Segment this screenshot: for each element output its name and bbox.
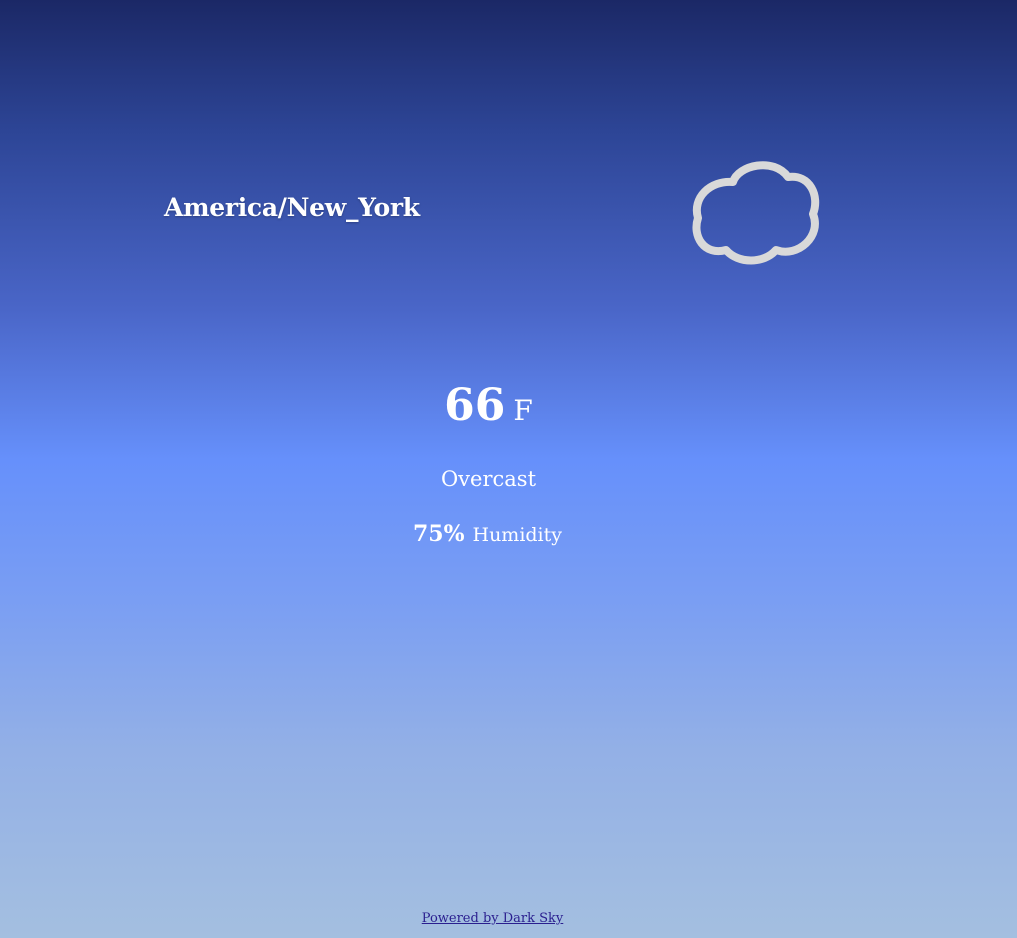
weather-summary: Overcast bbox=[440, 467, 537, 491]
temperature-unit: F bbox=[513, 394, 533, 427]
location-timezone: America/New_York bbox=[164, 193, 420, 222]
humidity-display: 75% Humidity bbox=[0, 521, 975, 547]
temperature-value: 66 bbox=[444, 380, 506, 431]
temperature-display: 66 F bbox=[0, 380, 977, 431]
footer: Powered by Dark Sky bbox=[0, 911, 985, 926]
humidity-value: 75% bbox=[412, 521, 465, 547]
cloud-icon bbox=[692, 161, 820, 265]
powered-by-dark-sky-link[interactable]: Powered by Dark Sky bbox=[422, 911, 564, 926]
humidity-label: Humidity bbox=[472, 524, 563, 546]
